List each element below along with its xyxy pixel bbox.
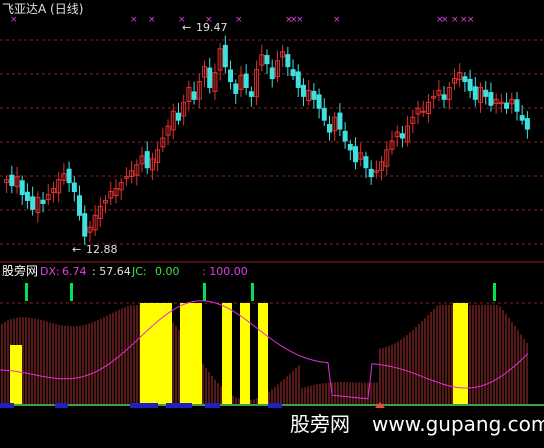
jc-value: 0.00 [155,265,180,278]
candle-body [264,55,270,65]
mid-value: : 57.64 [92,265,131,278]
candle-body [347,143,353,151]
candle-body [488,92,494,106]
signal-block [222,303,232,405]
baseline-segment [268,403,282,408]
indicator-name: 股旁网 [2,263,38,278]
high-label: 19.47 [196,21,228,34]
baseline-segment [130,403,158,408]
candle-body [30,196,36,210]
candle-body [290,69,296,77]
candle-body [524,118,530,130]
candle-body [441,94,447,100]
signal-marker: × [130,15,138,25]
last-value: : 100.00 [202,265,248,278]
candle-body [191,91,197,100]
low-arrow: ← [72,243,81,256]
signal-marker: × [441,15,449,25]
low-label: 12.88 [86,243,118,256]
signal-block [240,303,250,405]
candle-body [467,78,473,91]
candle-body [399,133,405,139]
candle-body [483,89,489,97]
chart-svg: 飞亚达A (日线)× × × × × × ××× × ×× × × ×← 19.47← 12.88股旁网 D… [0,0,544,444]
green-signal [70,283,73,301]
signal-block [140,303,172,405]
watermark-url: www.gupang.com [372,412,544,436]
signal-block [180,303,202,405]
signal-block [453,303,468,405]
dx-value: 6.74 [62,265,87,278]
candle-body [144,151,150,169]
signal-marker: × [333,15,341,25]
candle-body [243,73,249,88]
watermark-cn: 股旁网 [290,412,350,436]
candle-body [228,69,234,83]
candle-body [321,107,327,121]
signal-marker: × [467,15,475,25]
green-signal [25,283,28,301]
baseline-segment [205,403,220,408]
signal-marker: × [451,15,459,25]
candle-body [504,102,510,109]
candle-body [82,213,88,237]
candle-body [175,112,181,121]
jc-label: JC: [131,265,147,278]
candle-body [353,146,359,163]
candle-body [462,76,468,83]
candle-body [71,182,77,193]
baseline-segment [55,403,68,408]
candle-body [40,199,46,204]
candle-body [342,130,348,142]
candle-body [300,84,306,97]
green-signal [251,283,254,301]
candle-body [66,168,72,184]
signal-marker: × [148,15,156,25]
candle-body [363,156,369,169]
candle-body [269,67,275,80]
green-signal [203,283,206,301]
candle-body [295,71,301,88]
candle-body [420,110,426,113]
candle-body [337,112,343,130]
baseline-segment [0,403,14,408]
signal-block [258,303,268,405]
candle-body [326,124,332,133]
green-signal [493,283,496,301]
stock-chart[interactable]: 飞亚达A (日线) × × × × × × × × × × × × × × × ← 19.47 ← 12.88 股旁网 D… [0,0,544,444]
candle-body [285,54,291,68]
chart-title: 飞亚达A (日线) [2,2,83,16]
candle-body [519,115,525,121]
signal-marker: × [235,15,243,25]
signal-marker: × [10,15,18,25]
baseline-segment [166,403,192,408]
candle-body [316,94,322,109]
signal-block [10,345,22,405]
candle-body [222,44,228,68]
candle-body [9,174,15,187]
dx-label: DX: [40,265,60,278]
candle-body [368,168,374,178]
candle-body [77,195,83,216]
candle-body [233,83,239,94]
candle-body [19,180,25,195]
signal-marker: × [296,15,304,25]
candle-body [472,86,478,100]
candle-body [514,99,520,112]
candle-body [311,90,317,100]
high-arrow: ← [182,21,191,34]
candle-body [248,91,254,97]
candle-body [24,191,30,201]
candle-body [207,67,213,88]
